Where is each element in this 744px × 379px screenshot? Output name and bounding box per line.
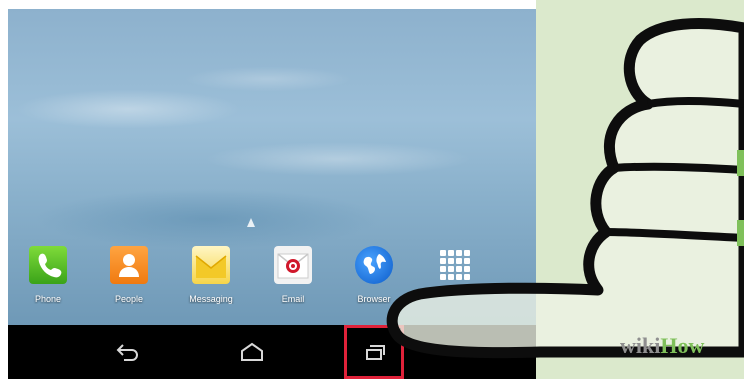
watermark-part2: How bbox=[660, 333, 705, 358]
wikihow-watermark: wikiHow bbox=[620, 333, 704, 359]
screenshot-frame: Phone People Messaging Email Browser wik… bbox=[0, 0, 744, 379]
pointing-hand-illustration bbox=[386, 18, 744, 359]
watermark-part1: wiki bbox=[620, 333, 661, 358]
